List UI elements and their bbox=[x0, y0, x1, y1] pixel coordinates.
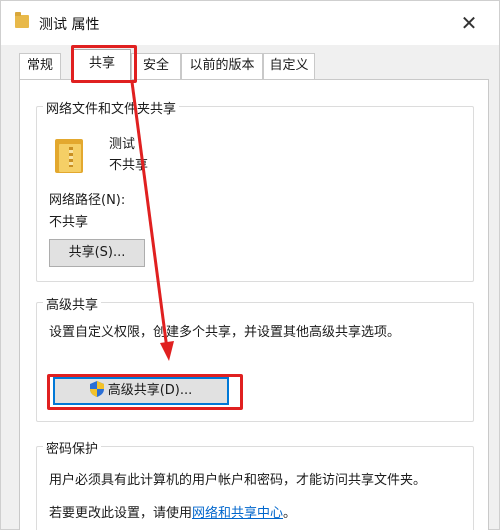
password-change-suffix: 。 bbox=[283, 506, 297, 521]
group-title-advanced-share: 高级共享 bbox=[43, 294, 102, 313]
tab-customize[interactable]: 自定义 bbox=[263, 53, 315, 79]
properties-window: 测试 属性 ✕ 常规 共享 安全 以前的版本 自定义 网络文件和文件夹共享 测试… bbox=[0, 0, 500, 530]
folder-share-status: 不共享 bbox=[109, 158, 149, 173]
password-protection-group: 密码保护 用户必须具有此计算机的用户帐户和密码，才能访问共享文件夹。 若要更改此… bbox=[36, 438, 474, 530]
tab-general[interactable]: 常规 bbox=[19, 53, 61, 79]
group-title-password: 密码保护 bbox=[43, 438, 102, 457]
group-title-network-share: 网络文件和文件夹共享 bbox=[43, 98, 180, 117]
sharing-tab-panel: 网络文件和文件夹共享 测试 不共享 网络路径(N): 不共享 共享(S)... … bbox=[19, 79, 489, 530]
annotation-box-sharing-tab bbox=[71, 45, 137, 83]
share-button[interactable]: 共享(S)... bbox=[49, 239, 145, 267]
network-share-group: 网络文件和文件夹共享 测试 不共享 网络路径(N): 不共享 共享(S)... bbox=[36, 98, 474, 282]
folder-icon bbox=[15, 12, 29, 28]
folder-name: 测试 bbox=[109, 137, 136, 152]
tab-previous-versions[interactable]: 以前的版本 bbox=[181, 53, 263, 79]
password-change-line: 若要更改此设置，请使用网络和共享中心。 bbox=[49, 502, 296, 521]
network-sharing-center-link[interactable]: 网络和共享中心 bbox=[192, 506, 283, 521]
password-description: 用户必须具有此计算机的用户帐户和密码，才能访问共享文件夹。 bbox=[49, 473, 427, 488]
annotation-box-advanced-share bbox=[47, 374, 243, 410]
network-path-value: 不共享 bbox=[49, 215, 89, 230]
network-path-label: 网络路径(N): bbox=[49, 193, 126, 208]
close-icon[interactable]: ✕ bbox=[457, 11, 481, 35]
tab-security[interactable]: 安全 bbox=[131, 53, 181, 79]
folder-icon bbox=[49, 135, 89, 175]
window-title: 测试 属性 bbox=[39, 17, 100, 33]
password-change-text: 若要更改此设置，请使用 bbox=[49, 506, 193, 521]
advanced-share-description: 设置自定义权限，创建多个共享，并设置其他高级共享选项。 bbox=[49, 325, 401, 340]
title-bar: 测试 属性 ✕ bbox=[1, 1, 499, 45]
